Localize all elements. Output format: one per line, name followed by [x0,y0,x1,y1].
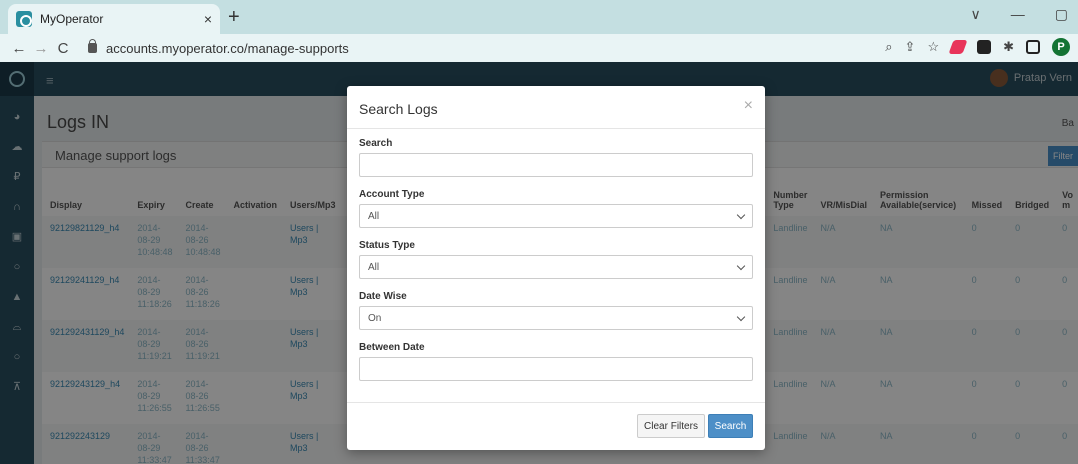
extension-leaf-icon[interactable] [948,40,968,54]
status-type-label: Status Type [359,240,415,251]
back-button[interactable]: ← [8,40,30,57]
chevron-down-icon [736,210,746,219]
account-type-select[interactable]: All [359,204,753,228]
window-controls: ∨ — ▢ [971,6,1068,23]
search-logs-modal: Search Logs × Search Account Type All St… [347,86,765,450]
restore-button[interactable]: ▢ [1055,6,1068,23]
modal-close-icon[interactable]: × [744,97,753,115]
new-tab-button[interactable]: + [228,6,240,29]
chevron-down-icon [736,312,746,321]
browser-tabbar: MyOperator × + ∨ — ▢ [0,0,1078,34]
myoperator-favicon-icon [16,11,32,27]
search-button[interactable]: Search [708,414,753,438]
toolbar-icons: ⌕ ⇪ ☆ ✱ P [885,38,1070,56]
search-input[interactable] [359,153,753,177]
account-type-value: All [368,210,380,222]
between-date-label: Between Date [359,342,425,353]
tab-search-icon[interactable]: ∨ [971,6,981,23]
date-wise-label: Date Wise [359,291,407,302]
modal-footer-divider [347,402,765,403]
search-label: Search [359,138,393,149]
zoom-icon[interactable]: ⌕ [885,39,892,55]
profile-avatar[interactable]: P [1052,38,1070,56]
lock-icon [88,39,97,53]
status-type-value: All [368,261,380,273]
share-icon[interactable]: ⇪ [905,39,916,55]
modal-title: Search Logs [359,101,438,117]
extensions-puzzle-icon[interactable]: ✱ [1003,39,1014,55]
extension-g-icon[interactable] [977,40,992,54]
browser-tab[interactable]: MyOperator × [8,4,220,34]
url-text: accounts.myoperator.co/manage-supports [106,40,349,56]
side-panel-icon[interactable] [1026,40,1040,54]
forward-button[interactable]: → [30,40,52,57]
status-type-select[interactable]: All [359,255,753,279]
address-bar[interactable]: accounts.myoperator.co/manage-supports [88,39,349,56]
date-wise-select[interactable]: On [359,306,753,330]
minimize-button[interactable]: — [1011,6,1025,23]
between-date-input[interactable] [359,357,753,381]
account-type-label: Account Type [359,189,425,200]
browser-toolbar: ← → C accounts.myoperator.co/manage-supp… [0,34,1078,62]
tab-title: MyOperator [40,12,104,26]
reload-button[interactable]: C [52,40,74,57]
clear-filters-button[interactable]: Clear Filters [637,414,705,438]
chevron-down-icon [736,261,746,270]
date-wise-value: On [368,312,382,324]
bookmark-star-icon[interactable]: ☆ [927,39,939,55]
tab-close-icon[interactable]: × [204,11,212,27]
modal-header-divider [347,128,765,129]
